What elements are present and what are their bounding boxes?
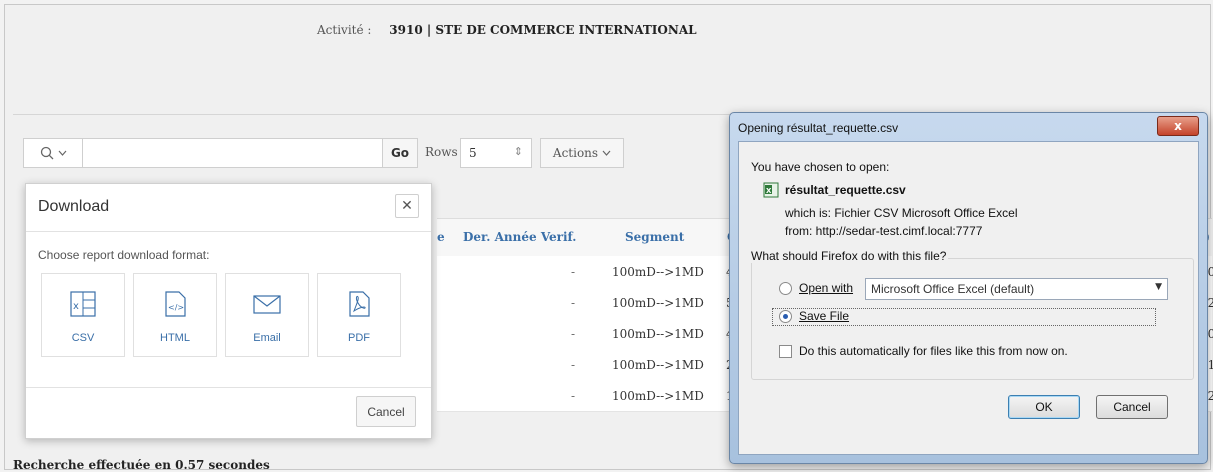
divider [26,231,431,232]
svg-text:x: x [73,301,79,312]
cancel-button[interactable]: Cancel [1096,395,1168,419]
open-with-value: Microsoft Office Excel (default) [871,282,1035,296]
envelope-icon [253,295,281,314]
table-cell: 100mD-->1MD [612,265,704,279]
file-type: which is: Fichier CSV Microsoft Office E… [785,206,1018,220]
file-name: résultat_requette.csv [785,183,906,197]
status-text: Recherche effectuée en 0.57 secondes [13,458,270,472]
dialog-title: Download [38,198,110,215]
rows-value: 5 [469,146,477,160]
search-icon [40,146,53,160]
pdf-file-icon [349,291,370,317]
search-column-selector[interactable] [24,139,83,167]
close-icon: ✕ [401,198,413,214]
table-cell: - [571,389,576,403]
format-label: PDF [348,332,370,344]
column-header-segment[interactable]: Segment [625,230,684,244]
activity-header: Activité : 3910 | STE DE COMMERCE INTERN… [317,23,697,37]
rows-select[interactable]: 5 ⇕ [460,138,532,168]
search-bar[interactable]: Go [23,138,418,168]
download-pdf-button[interactable]: PDF [317,273,401,357]
auto-checkbox[interactable] [779,345,792,358]
save-file-radio[interactable] [779,310,792,323]
file-source: from: http://sedar-test.cimf.local:7777 [785,224,983,238]
excel-file-icon: X [763,182,779,198]
actions-menu-button[interactable]: Actions [540,138,624,168]
close-icon: x [1174,119,1182,133]
window-close-button[interactable]: x [1157,116,1199,136]
updown-arrows-icon: ⇕ [513,145,523,158]
dialog-body: You have chosen to open: X résultat_requ… [738,141,1199,455]
cancel-button[interactable]: Cancel [356,396,416,427]
table-cell: - [571,327,576,341]
dialog-title: Opening résultat_requette.csv [738,121,899,135]
ok-button[interactable]: OK [1008,395,1080,419]
table-cell: 100mD-->1MD [612,389,704,403]
format-label: HTML [160,332,190,344]
open-with-text: Open with [799,281,854,295]
table-cell: 100mD-->1MD [612,358,704,372]
open-with-label[interactable]: Open with [799,281,853,295]
svg-text:</>: </> [168,303,184,312]
dropdown-arrow-icon: ▼ [1155,282,1162,292]
html-file-icon: </> [165,291,186,317]
activity-label: Activité : [317,23,372,37]
format-label: Email [253,332,281,344]
auto-label[interactable]: Do this automatically for files like thi… [799,344,1068,358]
chevron-down-icon [602,150,611,156]
csv-file-icon: x [70,291,96,317]
table-cell: 100mD-->1MD [612,327,704,341]
table-cell: - [571,265,576,279]
download-email-button[interactable]: Email [225,273,309,357]
actions-label: Actions [552,146,599,160]
download-dialog: Download ✕ Choose report download format… [25,183,432,439]
rows-label: Rows [425,145,458,159]
divider [26,387,431,388]
column-header-der-annee-verif[interactable]: Der. Année Verif. [463,230,576,244]
activity-value: 3910 | STE DE COMMERCE INTERNATIONAL [389,23,697,37]
column-header[interactable]: e [437,230,445,244]
download-csv-button[interactable]: x CSV [41,273,125,357]
save-file-label[interactable]: Save File [799,309,849,323]
chevron-down-icon [58,150,66,156]
open-with-radio[interactable] [779,282,792,295]
format-label: CSV [71,332,95,344]
download-prompt: Choose report download format: [38,248,210,262]
svg-text:X: X [766,187,772,195]
table-cell: - [571,358,576,372]
download-html-button[interactable]: </> HTML [133,273,217,357]
firefox-open-dialog: Opening résultat_requette.csv x You have… [729,112,1208,464]
go-button[interactable]: Go [382,138,418,168]
table-cell: - [571,296,576,310]
open-with-select[interactable]: Microsoft Office Excel (default) ▼ [865,278,1168,300]
save-file-text: Save File [799,309,850,323]
question-label: What should Firefox do with this file? [751,249,949,263]
chosen-text: You have chosen to open: [751,160,890,174]
close-button[interactable]: ✕ [395,194,419,218]
table-cell: 100mD-->1MD [612,296,704,310]
